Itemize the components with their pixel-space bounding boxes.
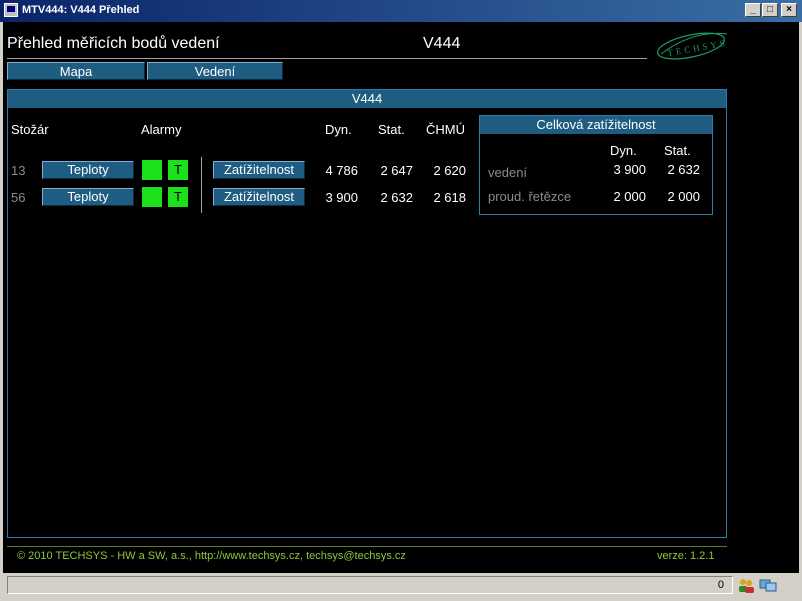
summary-col-dyn: Dyn. xyxy=(610,143,637,158)
col-dyn: Dyn. xyxy=(325,122,352,137)
tab-mapa[interactable]: Mapa xyxy=(7,62,145,80)
col-stat: Stat. xyxy=(378,122,405,137)
tab-vedeni[interactable]: Vedení xyxy=(147,62,283,80)
summary-dyn-value: 3 900 xyxy=(613,162,646,177)
line-code: V444 xyxy=(423,35,461,52)
load-capacity-button[interactable]: Zatížitelnost xyxy=(213,161,305,179)
column-divider xyxy=(201,157,202,213)
chmu-value: 2 620 xyxy=(433,163,466,178)
temperatures-button[interactable]: Teploty xyxy=(42,161,134,179)
summary-stat-value: 2 632 xyxy=(667,162,700,177)
maximize-button[interactable]: □ xyxy=(762,3,778,17)
app-client-area: Přehled měřicích bodů vedení V444 TECHSY… xyxy=(3,22,799,573)
temperatures-button[interactable]: Teploty xyxy=(42,188,134,206)
alarm-indicator[interactable] xyxy=(142,160,162,180)
close-button[interactable]: × xyxy=(781,3,797,17)
users-icon[interactable] xyxy=(737,577,755,593)
total-load-box: Celková zatížitelnost Dyn. Stat. vedení … xyxy=(479,115,713,215)
summary-dyn-value: 2 000 xyxy=(613,189,646,204)
summary-stat-value: 2 000 xyxy=(667,189,700,204)
summary-col-stat: Stat. xyxy=(664,143,691,158)
panel-heading: V444 xyxy=(8,90,726,108)
total-load-heading: Celková zatížitelnost xyxy=(480,116,712,134)
col-tower: Stožár xyxy=(11,122,49,137)
logo-text: TECHSYS xyxy=(667,38,729,58)
minimize-button[interactable]: _ xyxy=(745,3,761,17)
status-field: 0 xyxy=(7,576,733,594)
dyn-value: 4 786 xyxy=(325,163,358,178)
stat-value: 2 632 xyxy=(380,190,413,205)
status-bar: 0 xyxy=(3,574,799,598)
app-icon[interactable] xyxy=(4,3,18,17)
temperature-alarm-indicator[interactable]: T xyxy=(168,160,188,180)
status-counter: 0 xyxy=(717,579,724,591)
stat-value: 2 647 xyxy=(380,163,413,178)
temperature-alarm-indicator[interactable]: T xyxy=(168,187,188,207)
chmu-value: 2 618 xyxy=(433,190,466,205)
alarm-indicator[interactable] xyxy=(142,187,162,207)
col-chmu: ČHMÚ xyxy=(426,122,465,137)
footer-divider xyxy=(7,546,727,547)
header-divider xyxy=(7,58,647,59)
network-icon[interactable] xyxy=(759,577,777,593)
footer-version: verze: 1.2.1 xyxy=(657,550,715,562)
col-alarms: Alarmy xyxy=(141,122,182,137)
summary-label: vedení xyxy=(488,165,528,180)
techsys-logo: TECHSYS xyxy=(657,32,729,60)
window-title: MTV444: V444 Přehled xyxy=(22,4,140,16)
page-title: Přehled měřicích bodů vedení xyxy=(7,35,220,52)
summary-label: proud. řetězce xyxy=(488,189,572,204)
tower-number: 13 xyxy=(11,163,26,178)
tower-number: 56 xyxy=(11,190,26,205)
load-capacity-button[interactable]: Zatížitelnost xyxy=(213,188,305,206)
footer-copyright: © 2010 TECHSYS - HW a SW, a.s., http://w… xyxy=(17,550,406,562)
dyn-value: 3 900 xyxy=(325,190,358,205)
window-titlebar: MTV444: V444 Přehled _ □ × xyxy=(0,0,802,22)
